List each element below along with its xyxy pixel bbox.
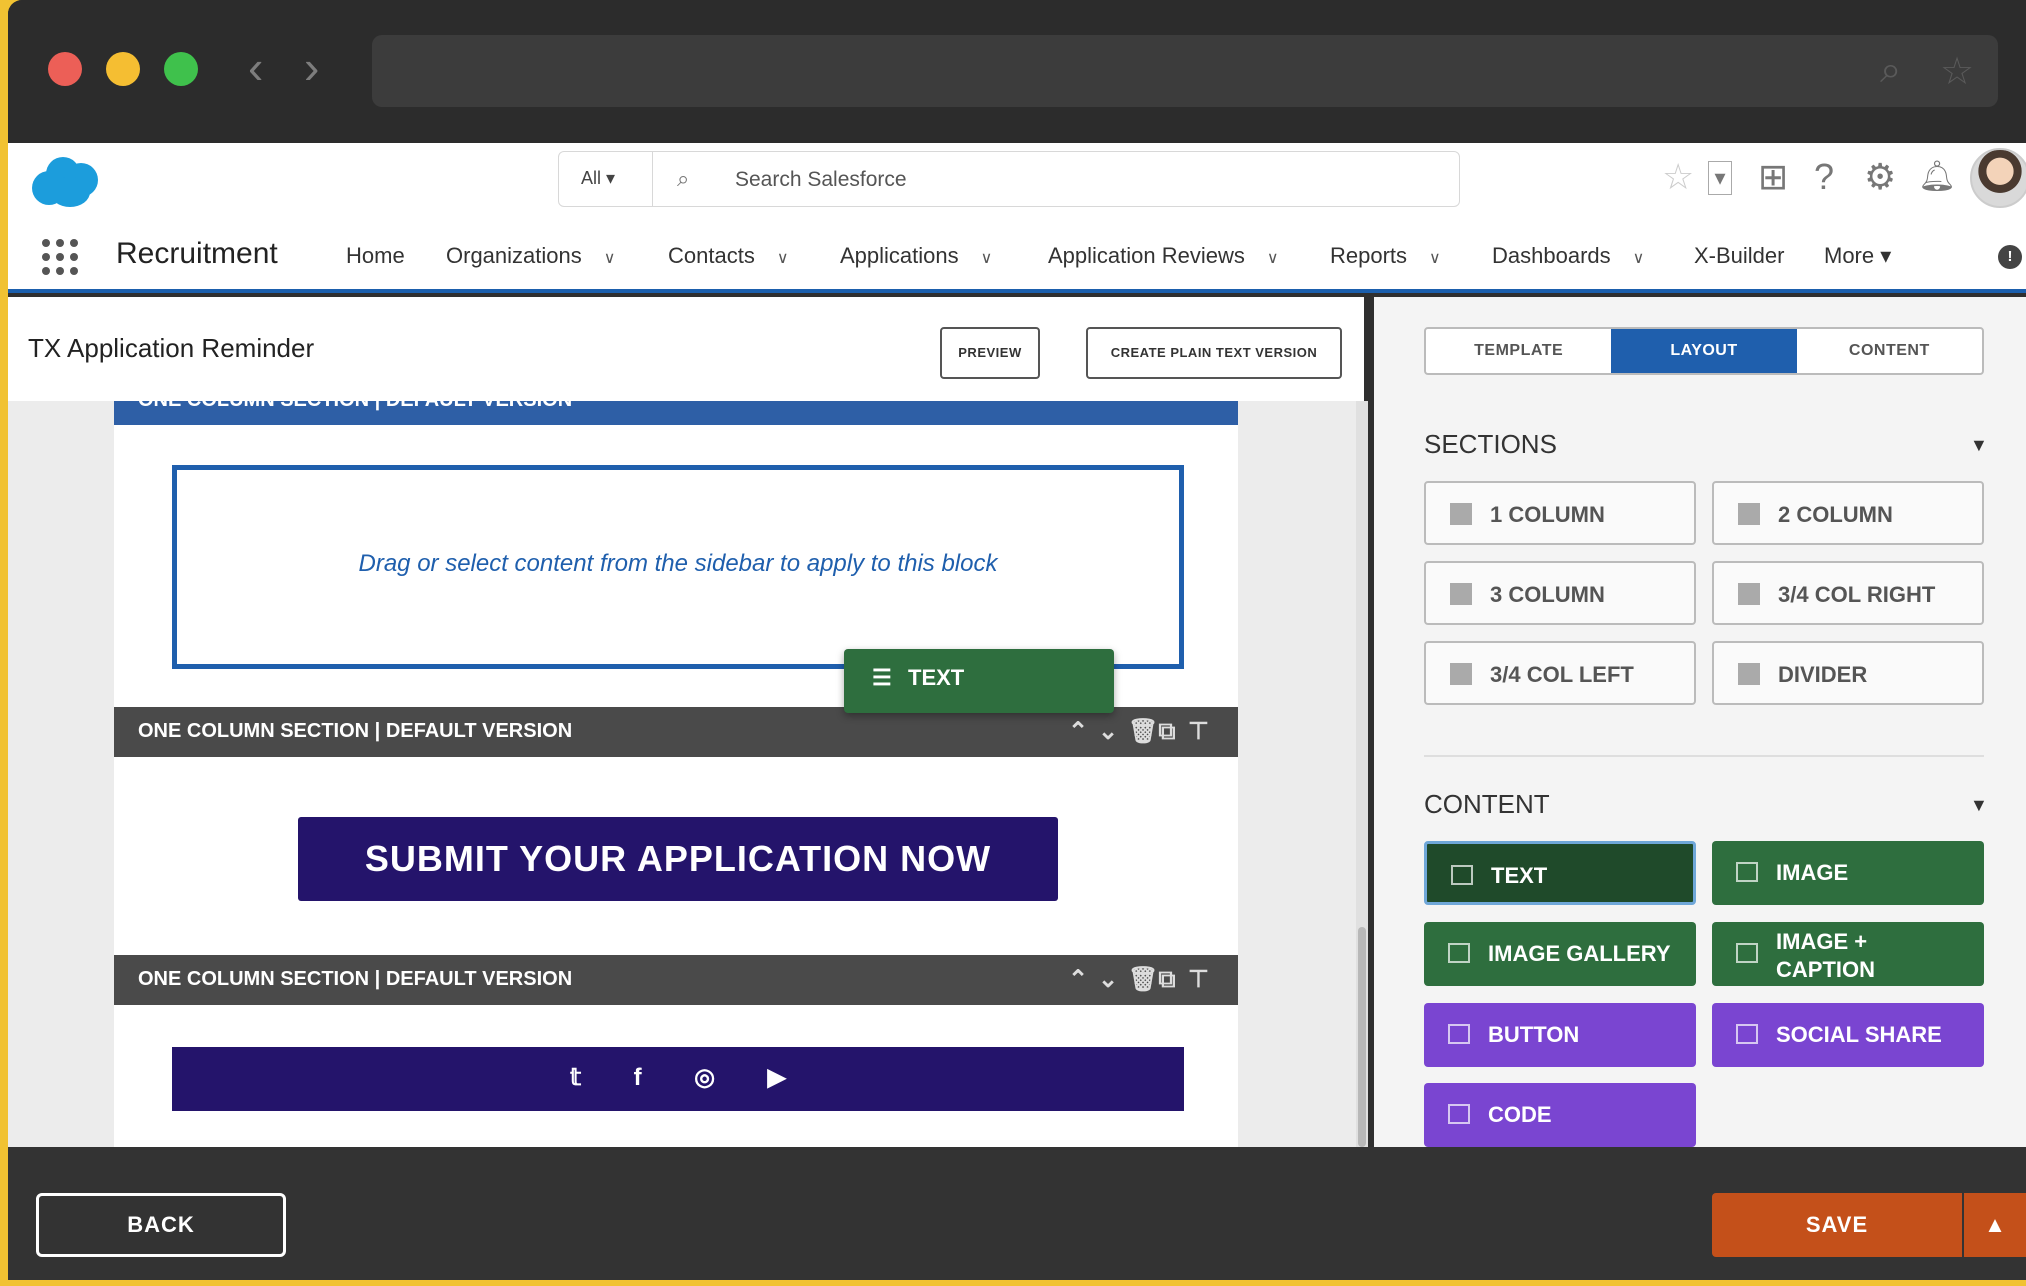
close-window-button[interactable]	[48, 52, 82, 86]
nav-item-dashboards[interactable]: Dashboards ∨	[1492, 243, 1644, 269]
info-icon[interactable]: !	[1998, 245, 2022, 269]
layout-divider[interactable]: DIVIDER	[1712, 641, 1984, 705]
collapse-content-icon[interactable]: ▼	[1970, 795, 1988, 816]
layout-2-column[interactable]: 2 COLUMN	[1712, 481, 1984, 545]
section-tools: ⌃⌄🗑︎⧉⊤	[1068, 717, 1218, 746]
search-icon: ⌕	[677, 166, 690, 191]
help-icon[interactable]: ?	[1814, 157, 1834, 197]
minimize-window-button[interactable]	[106, 52, 140, 86]
content-code[interactable]: CODE	[1424, 1083, 1696, 1147]
content-heading: CONTENT	[1424, 789, 1550, 819]
nav-item-applications[interactable]: Applications ∨	[840, 243, 992, 269]
create-plain-text-button[interactable]: CREATE PLAIN TEXT VERSION	[1086, 327, 1342, 379]
search-icon[interactable]: ⌕	[1880, 49, 1901, 92]
nav-item-x-builder[interactable]: X-Builder	[1694, 243, 1784, 269]
search-input[interactable]: Search Salesforce	[735, 168, 907, 192]
facebook-icon[interactable]: f	[634, 1064, 642, 1092]
salesforce-header: All ▾ ⌕ Search Salesforce ☆ ▾ ⊞ ? ⚙ 🔔︎ R…	[8, 143, 2026, 293]
sidebar-tabs: TEMPLATE LAYOUT CONTENT	[1424, 327, 1984, 375]
search-scope-select[interactable]: All ▾	[559, 152, 653, 206]
section-header[interactable]: ONE COLUMN SECTION | DEFAULT VERSION	[114, 401, 1238, 425]
move-down-icon[interactable]: ⌄	[1098, 965, 1128, 994]
nav-item-more[interactable]: More ▾	[1824, 243, 1891, 269]
chevron-down-icon: ∨	[1266, 250, 1279, 267]
maximize-window-button[interactable]	[164, 52, 198, 86]
global-search: All ▾ ⌕ Search Salesforce	[558, 151, 1460, 207]
page-title: TX Application Reminder	[28, 333, 315, 363]
drop-zone-text: Drag or select content from the sidebar …	[358, 550, 998, 577]
plus-icon[interactable]: ⊞	[1758, 157, 1788, 197]
instagram-icon[interactable]: ◎	[694, 1063, 715, 1092]
chevron-down-icon: ∨	[980, 250, 993, 267]
favorites-star-icon[interactable]: ☆	[1662, 157, 1694, 197]
save-options-chevron-up-icon[interactable]: ▲	[1964, 1193, 2026, 1257]
content-image-gallery[interactable]: IMAGE GALLERY	[1424, 922, 1696, 986]
builder-sidebar: TEMPLATE LAYOUT CONTENT SECTIONS ▼ 1 COL…	[1374, 297, 2026, 1147]
move-down-icon[interactable]: ⌄	[1098, 717, 1128, 746]
duplicate-icon[interactable]: ⧉	[1158, 718, 1188, 746]
canvas-scroll-thumb[interactable]	[1358, 927, 1366, 1147]
section-tools: ⌃⌄🗑︎⧉⊤	[1068, 965, 1218, 994]
drag-ghost-text-block[interactable]: ☰ TEXT	[844, 649, 1114, 713]
trash-icon[interactable]: 🗑︎	[1128, 965, 1158, 994]
section-header[interactable]: ONE COLUMN SECTION | DEFAULT VERSION ⌃⌄🗑…	[114, 707, 1238, 757]
duplicate-icon[interactable]: ⧉	[1158, 966, 1188, 994]
move-up-icon[interactable]: ⌃	[1068, 717, 1098, 746]
avatar[interactable]	[1970, 148, 2026, 208]
chevron-down-icon: ∨	[1632, 250, 1645, 267]
address-bar[interactable]: ⌕ ☆	[372, 35, 1998, 107]
browser-window: ‹ › ⌕ ☆ All ▾ ⌕ Search Salesforce ☆ ▾ ⊞ …	[8, 0, 2026, 1280]
nav-item-contacts[interactable]: Contacts ∨	[668, 243, 789, 269]
content-image[interactable]: IMAGE	[1712, 841, 1984, 905]
tab-layout[interactable]: LAYOUT	[1611, 329, 1797, 373]
trash-icon[interactable]: 🗑︎	[1128, 717, 1158, 746]
layout-3-4-col-left[interactable]: 3/4 COL LEFT	[1424, 641, 1696, 705]
salesforce-logo[interactable]	[30, 153, 100, 209]
move-up-icon[interactable]: ⌃	[1068, 965, 1098, 994]
bookmark-star-icon[interactable]: ☆	[1940, 49, 1974, 94]
back-arrow-icon[interactable]: ‹	[248, 44, 263, 90]
editor-title-bar: TX Application Reminder PREVIEW CREATE P…	[8, 297, 1364, 401]
preview-button[interactable]: PREVIEW	[940, 327, 1040, 379]
hierarchy-icon[interactable]: ⊤	[1188, 717, 1218, 746]
content-social-share[interactable]: SOCIAL SHARE	[1712, 1003, 1984, 1067]
app-name: Recruitment	[116, 237, 278, 270]
hierarchy-icon[interactable]: ⊤	[1188, 965, 1218, 994]
favorites-dropdown-icon[interactable]: ▾	[1708, 161, 1732, 195]
nav-item-home[interactable]: Home	[346, 243, 405, 269]
section-header[interactable]: ONE COLUMN SECTION | DEFAULT VERSION ⌃⌄🗑…	[114, 955, 1238, 1005]
browser-chrome: ‹ › ⌕ ☆	[8, 0, 2026, 143]
drop-zone[interactable]: Drag or select content from the sidebar …	[172, 465, 1184, 669]
editor-footer: BACK SAVE ▲	[8, 1147, 2026, 1280]
content-text[interactable]: TEXT	[1424, 841, 1696, 905]
tab-content[interactable]: CONTENT	[1797, 329, 1982, 373]
nav-item-application-reviews[interactable]: Application Reviews ∨	[1048, 243, 1279, 269]
layout-3-4-col-right[interactable]: 3/4 COL RIGHT	[1712, 561, 1984, 625]
forward-arrow-icon[interactable]: ›	[304, 44, 319, 90]
email-editor-canvas: TX Application Reminder PREVIEW CREATE P…	[8, 297, 1368, 1147]
chevron-down-icon: ∨	[776, 250, 789, 267]
tab-template[interactable]: TEMPLATE	[1426, 329, 1611, 373]
text-lines-icon: ☰	[872, 665, 892, 690]
layout-1-column[interactable]: 1 COLUMN	[1424, 481, 1696, 545]
social-footer: 𝕥 f ◎ ▶	[172, 1047, 1184, 1111]
back-button[interactable]: BACK	[36, 1193, 286, 1257]
sections-heading: SECTIONS	[1424, 429, 1557, 459]
sidebar-divider	[1424, 755, 1984, 757]
save-button[interactable]: SAVE	[1712, 1193, 1962, 1257]
app-launcher-icon[interactable]	[42, 239, 78, 275]
youtube-icon[interactable]: ▶	[768, 1063, 786, 1092]
twitter-icon[interactable]: 𝕥	[570, 1063, 581, 1092]
chevron-down-icon: ∨	[1429, 250, 1441, 267]
nav-item-reports[interactable]: Reports ∨	[1330, 243, 1441, 269]
submit-application-button[interactable]: SUBMIT YOUR APPLICATION NOW	[298, 817, 1058, 901]
content-image-caption[interactable]: IMAGE + CAPTION	[1712, 922, 1984, 986]
layout-3-column[interactable]: 3 COLUMN	[1424, 561, 1696, 625]
collapse-sections-icon[interactable]: ▼	[1970, 435, 1988, 456]
nav-item-organizations[interactable]: Organizations ∨	[446, 243, 615, 269]
chevron-down-icon: ∨	[603, 250, 616, 267]
bell-icon[interactable]: 🔔︎	[1918, 157, 1956, 197]
content-button[interactable]: BUTTON	[1424, 1003, 1696, 1067]
gear-icon[interactable]: ⚙	[1864, 157, 1896, 197]
